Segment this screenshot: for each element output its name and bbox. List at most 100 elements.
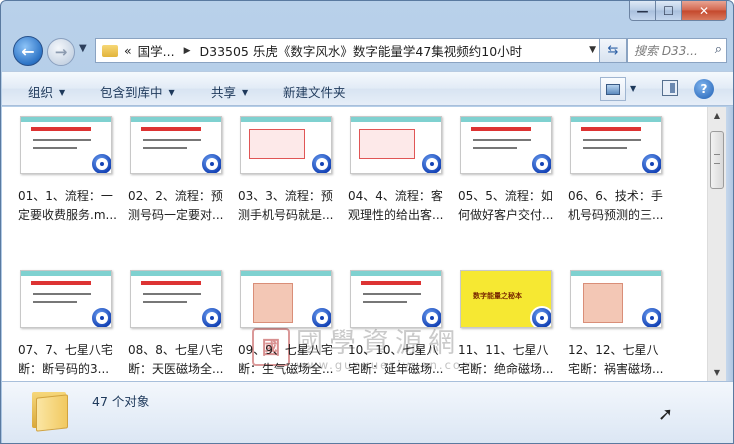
forward-arrow-icon: → <box>54 43 68 61</box>
help-icon[interactable]: ? <box>694 79 714 99</box>
file-name: 01、1、流程：一定要收费服务.m... <box>18 189 117 222</box>
new-folder-label: 新建文件夹 <box>283 85 346 100</box>
video-thumbnail <box>570 116 662 174</box>
video-thumbnail <box>460 116 552 174</box>
file-list: 國 國學資源網 www.guoxueziyuan.com 01、1、流程：一定要… <box>2 107 707 381</box>
video-thumbnail <box>130 116 222 174</box>
thumbnail-text: 数字能量之秘本 <box>473 292 522 300</box>
video-file-icon <box>420 152 441 173</box>
refresh-icon: ⇆ <box>607 43 619 58</box>
file-item[interactable]: 05、5、流程：如何做好客户交付... <box>458 116 558 225</box>
file-name: 08、8、七星八宅断：天医磁场全... <box>128 343 224 376</box>
maximize-button[interactable]: ☐ <box>656 1 682 21</box>
file-name: 07、7、七星八宅断：断号码的3... <box>18 343 113 376</box>
video-thumbnail <box>130 270 222 328</box>
file-name: 10、10、七星八宅断：延年磁场... <box>348 343 444 376</box>
organize-label: 组织 <box>28 85 54 100</box>
refresh-button[interactable]: ⇆ <box>599 38 627 63</box>
file-name: 11、11、七星八宅断：绝命磁场... <box>458 343 554 376</box>
file-name: 06、6、技术：手机号码预测的三... <box>568 189 664 222</box>
video-file-icon <box>310 152 331 173</box>
close-button[interactable]: ✕ <box>682 1 727 21</box>
breadcrumb-item-current[interactable]: D33505 乐虎《数字风水》数字能量学47集视频约10小时 <box>200 41 523 60</box>
video-thumbnail <box>20 270 112 328</box>
file-item[interactable]: 03、3、流程：预测手机号码就是... <box>238 116 338 225</box>
video-file-icon <box>640 152 661 173</box>
chevron-down-icon: ▼ <box>168 88 175 97</box>
video-thumbnail <box>20 116 112 174</box>
video-file-icon <box>90 152 111 173</box>
view-options-chevron-down-icon[interactable]: ▼ <box>630 84 636 93</box>
video-file-icon <box>200 152 221 173</box>
share-button[interactable]: 共享 ▼ <box>211 82 248 101</box>
back-button[interactable]: ← <box>13 36 43 66</box>
chevron-down-icon: ▼ <box>242 88 249 97</box>
recent-pages-chevron-down-icon[interactable]: ▼ <box>79 43 87 54</box>
file-item[interactable]: 06、6、技术：手机号码预测的三... <box>568 116 668 225</box>
details-pane: 47 个对象 ➚ <box>2 381 733 443</box>
breadcrumb-item-root[interactable]: 国学... <box>138 41 175 60</box>
command-bar: 组织 ▼ 包含到库中 ▼ 共享 ▼ 新建文件夹 ▼ ? <box>2 71 733 106</box>
file-name: 02、2、流程：预测号码一定要对... <box>128 189 224 222</box>
chevron-down-icon: ▼ <box>59 88 66 97</box>
video-file-icon <box>640 306 661 327</box>
file-item[interactable]: 04、4、流程：客观理性的给出客... <box>348 116 448 225</box>
change-view-button[interactable] <box>600 77 626 101</box>
file-item[interactable]: 12、12、七星八宅断：祸害磁场... <box>568 270 668 379</box>
search-icon[interactable]: ⌕ <box>715 42 722 57</box>
organize-menu-button[interactable]: 组织 ▼ <box>28 82 65 101</box>
video-file-icon <box>530 306 551 327</box>
item-count: 47 个对象 <box>92 394 150 409</box>
forward-button[interactable]: → <box>47 38 75 66</box>
video-thumbnail <box>350 116 442 174</box>
new-folder-button[interactable]: 新建文件夹 <box>283 82 346 101</box>
back-arrow-icon: ← <box>21 41 35 61</box>
search-input[interactable]: 搜索 D33... ⌕ <box>627 38 727 63</box>
file-name: 04、4、流程：客观理性的给出客... <box>348 189 444 222</box>
address-bar[interactable]: « 国学... ▶ D33505 乐虎《数字风水》数字能量学47集视频约10小时… <box>95 38 605 63</box>
video-file-icon <box>530 152 551 173</box>
scroll-up-arrow-icon[interactable]: ▲ <box>708 107 726 124</box>
preview-pane-icon[interactable] <box>662 80 678 96</box>
folder-icon <box>102 44 118 57</box>
scroll-thumb[interactable] <box>710 131 724 189</box>
video-file-icon <box>420 306 441 327</box>
file-item[interactable]: 08、8、七星八宅断：天医磁场全... <box>128 270 228 379</box>
close-icon: ✕ <box>698 3 710 18</box>
address-dropdown-chevron-down-icon[interactable]: ▼ <box>589 45 596 55</box>
file-item[interactable]: 09、9、七星八宅断：生气磁场全... <box>238 270 338 379</box>
video-file-icon <box>90 306 111 327</box>
search-placeholder: 搜索 D33... <box>634 44 698 58</box>
file-name: 12、12、七星八宅断：祸害磁场... <box>568 343 664 376</box>
maximize-icon: ☐ <box>663 3 674 18</box>
large-folder-icon <box>32 390 70 432</box>
navigation-row: ← → ▼ « 国学... ▶ D33505 乐虎《数字风水》数字能量学47集视… <box>9 34 727 68</box>
file-item[interactable]: 数字能量之秘本 11、11、七星八宅断：绝命磁场... <box>458 270 558 379</box>
file-item[interactable]: 07、7、七星八宅断：断号码的3... <box>18 270 118 379</box>
video-thumbnail <box>350 270 442 328</box>
view-icon <box>606 83 620 95</box>
video-thumbnail <box>240 116 332 174</box>
file-name: 09、9、七星八宅断：生气磁场全... <box>238 343 334 376</box>
scroll-down-arrow-icon[interactable]: ▼ <box>708 364 726 381</box>
explorer-window: — ☐ ✕ ← → ▼ « 国学... ▶ D33505 乐虎《数字风水》数字能… <box>0 0 734 444</box>
vertical-scrollbar[interactable]: ▲ ▼ <box>707 107 726 381</box>
minimize-button[interactable]: — <box>629 1 656 21</box>
video-thumbnail: 数字能量之秘本 <box>460 270 552 328</box>
share-label: 共享 <box>211 85 237 100</box>
minimize-icon: — <box>636 3 649 18</box>
include-in-library-label: 包含到库中 <box>100 85 163 100</box>
include-in-library-button[interactable]: 包含到库中 ▼ <box>100 82 175 101</box>
breadcrumb-overflow[interactable]: « <box>124 43 132 58</box>
window-border <box>726 107 733 381</box>
video-file-icon <box>310 306 331 327</box>
file-item[interactable]: 02、2、流程：预测号码一定要对... <box>128 116 228 225</box>
video-thumbnail <box>240 270 332 328</box>
file-item[interactable]: 10、10、七星八宅断：延年磁场... <box>348 270 448 379</box>
file-item[interactable]: 01、1、流程：一定要收费服务.m... <box>18 116 118 225</box>
breadcrumb-separator-icon[interactable]: ▶ <box>184 46 191 56</box>
video-file-icon <box>200 306 221 327</box>
file-name: 03、3、流程：预测手机号码就是... <box>238 189 334 222</box>
mouse-cursor-icon: ➚ <box>658 404 674 425</box>
video-thumbnail <box>570 270 662 328</box>
